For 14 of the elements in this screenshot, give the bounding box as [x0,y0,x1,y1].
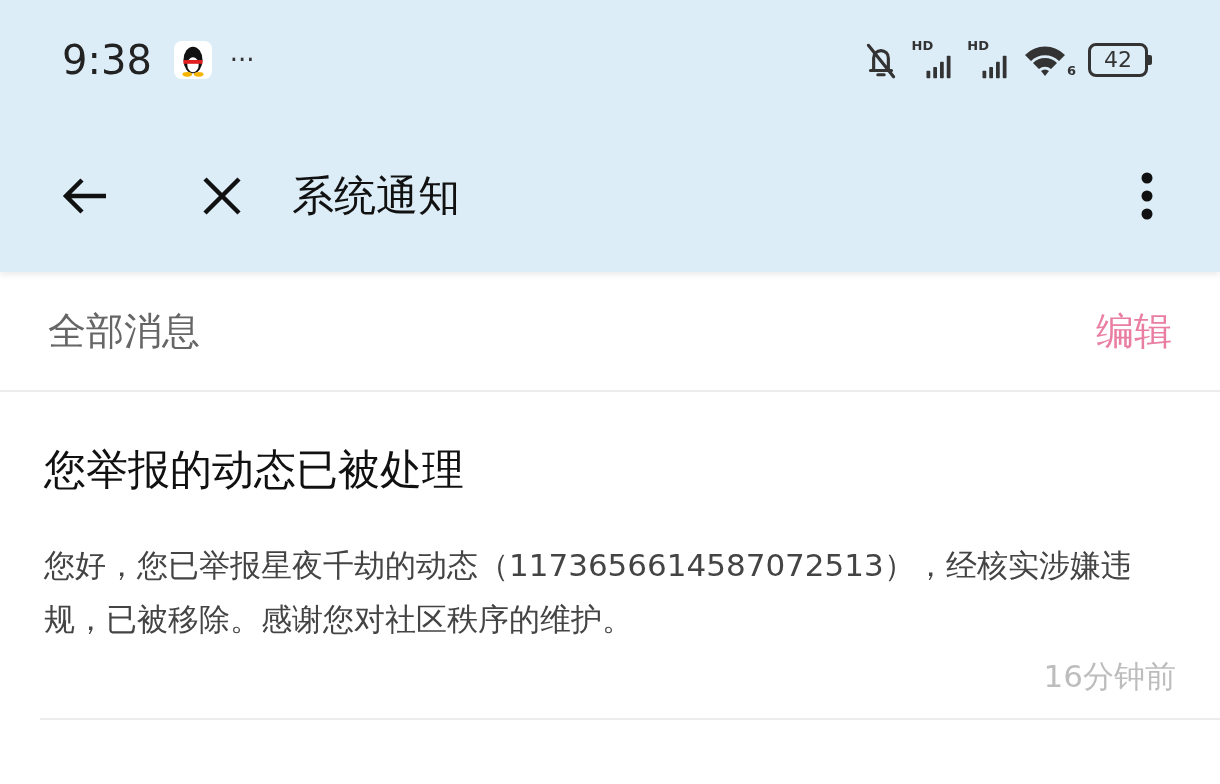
battery-icon: 42 [1088,43,1148,77]
notification-time: 16分钟前 [1043,657,1176,696]
network-label: HD [911,38,934,53]
notification-body: 您好，您已举报星夜千劫的动态（1173656614587072513），经核实涉嫌违规，已被移除。感谢您对社区秩序的维护。 [44,546,1133,639]
notification-title: 您举报的动态已被处理 [44,444,465,496]
filter-label[interactable]: 全部消息 [48,305,200,357]
more-notifications: ··· [229,45,255,75]
network-label: HD [967,38,989,53]
penguin-icon [173,41,212,79]
wifi-label: 6 [1066,63,1076,78]
more-menu-icon[interactable] [1141,172,1153,220]
close-icon[interactable] [202,176,242,216]
page-title: 系统通知 [292,170,460,222]
status-time: 9:38 [62,37,152,83]
